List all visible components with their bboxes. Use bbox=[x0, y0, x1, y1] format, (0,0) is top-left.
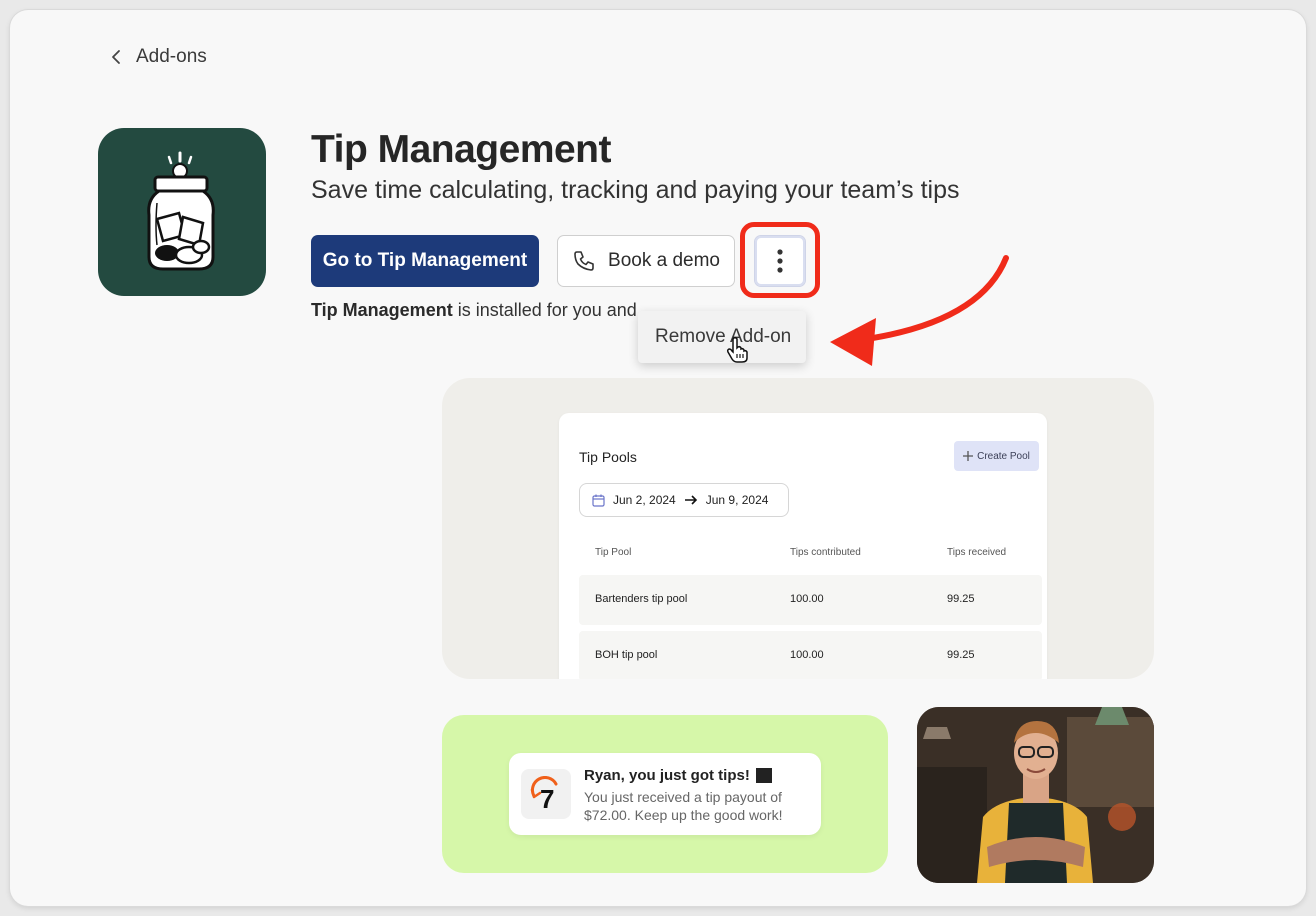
table-cell: 100.00 bbox=[790, 593, 824, 605]
more-options-button[interactable] bbox=[754, 235, 806, 287]
chevron-left-icon bbox=[112, 50, 120, 64]
install-status: Tip Management is installed for you and bbox=[311, 300, 637, 321]
back-link[interactable]: Add-ons bbox=[110, 46, 207, 68]
date-range-picker[interactable]: Jun 2, 2024 Jun 9, 2024 bbox=[579, 483, 789, 517]
annotation-arrow bbox=[830, 255, 1009, 366]
install-status-text: is installed for you and bbox=[452, 300, 637, 320]
arrow-right-icon bbox=[684, 495, 697, 505]
tip-jar-app-icon bbox=[98, 128, 266, 296]
table-cell: BOH tip pool bbox=[595, 649, 658, 661]
install-status-app-name: Tip Management bbox=[311, 300, 453, 320]
date-end: Jun 9, 2024 bbox=[705, 493, 769, 507]
go-to-tip-management-button[interactable]: Go to Tip Management bbox=[311, 235, 539, 287]
notification-title: Ryan, you just got tips! bbox=[584, 767, 750, 784]
table-cell: 99.25 bbox=[947, 649, 975, 661]
seven-logo-icon: 7 bbox=[530, 776, 558, 812]
bartender-photo bbox=[917, 707, 1154, 883]
page-title: Tip Management bbox=[311, 128, 612, 171]
more-vertical-icon bbox=[777, 249, 783, 273]
hand-cursor-icon bbox=[726, 336, 748, 363]
logo-digit: 7 bbox=[540, 784, 554, 812]
column-header: Tips received bbox=[947, 547, 1007, 558]
create-pool-label: Create Pool bbox=[977, 450, 1030, 462]
tip-pools-preview: Tip Pools Create Pool Jun 2, 2024 Jun 9,… bbox=[442, 378, 1154, 679]
notification-title-row: Ryan, you just got tips! bbox=[584, 767, 772, 784]
calendar-icon bbox=[592, 494, 605, 507]
date-start: Jun 2, 2024 bbox=[613, 493, 676, 507]
menu-item-remove-add-on[interactable]: Remove Add-on bbox=[638, 311, 806, 363]
table-row[interactable]: Bartenders tip pool 100.00 99.25 bbox=[579, 575, 1042, 625]
seven-shifts-logo: 7 bbox=[521, 769, 571, 819]
column-header: Tips contributed bbox=[790, 547, 861, 558]
table-cell: 100.00 bbox=[790, 649, 824, 661]
cursor-block-icon bbox=[755, 768, 772, 783]
bartender-image bbox=[917, 707, 1154, 883]
back-label: Add-ons bbox=[136, 46, 207, 67]
create-pool-button[interactable]: Create Pool bbox=[954, 441, 1039, 471]
remove-add-on-label: Remove Add-on bbox=[655, 326, 792, 347]
app-window: Add-ons Tip Management Save time calcula… bbox=[10, 10, 1306, 906]
tip-pools-card: Tip Pools Create Pool Jun 2, 2024 Jun 9,… bbox=[559, 413, 1047, 679]
tip-pools-title: Tip Pools bbox=[579, 449, 637, 465]
phone-icon bbox=[574, 251, 594, 271]
column-header: Tip Pool bbox=[595, 547, 632, 558]
table-cell: Bartenders tip pool bbox=[595, 593, 688, 605]
plus-icon bbox=[963, 451, 974, 461]
tip-notification: 7 Ryan, you just got tips! You just rece… bbox=[509, 753, 821, 835]
table-row[interactable]: BOH tip pool 100.00 99.25 bbox=[579, 631, 1042, 679]
book-demo-label: Book a demo bbox=[608, 250, 720, 271]
notification-preview: 7 Ryan, you just got tips! You just rece… bbox=[442, 715, 888, 873]
page-subtitle: Save time calculating, tracking and payi… bbox=[311, 176, 960, 204]
book-demo-button[interactable]: Book a demo bbox=[557, 235, 735, 287]
tip-jar-icon bbox=[147, 151, 215, 271]
table-cell: 99.25 bbox=[947, 593, 975, 605]
notification-body: You just received a tip payout of $72.00… bbox=[584, 789, 783, 823]
